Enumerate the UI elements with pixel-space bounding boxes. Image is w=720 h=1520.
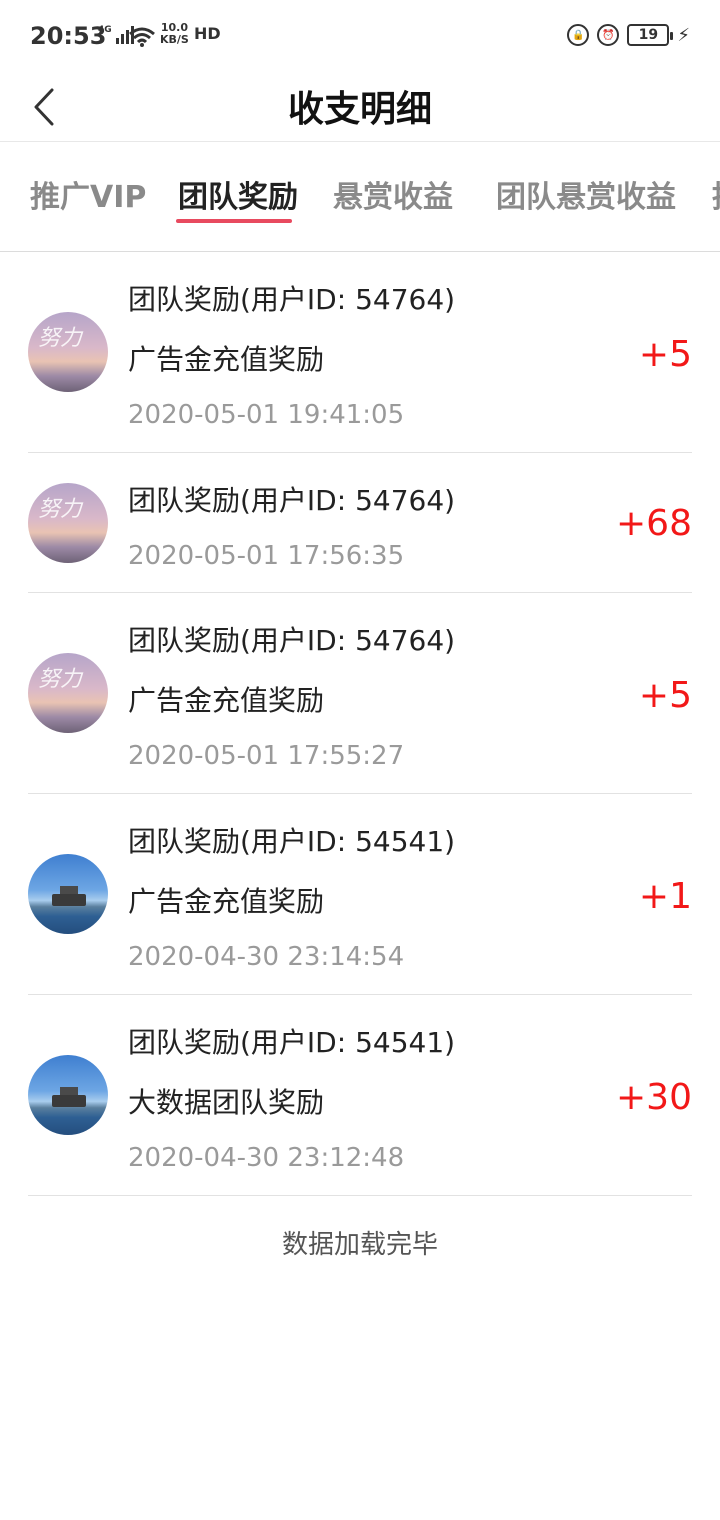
tab-bounty-income[interactable]: 悬赏收益 (333, 172, 453, 216)
record-title: 团队奖励(用户ID: 54541) (128, 825, 456, 858)
list-item[interactable]: 团队奖励(用户ID: 54541) 广告金充值奖励 2020-04-30 23:… (28, 794, 692, 995)
record-amount: +30 (616, 1077, 692, 1118)
tab-team-reward[interactable]: 团队奖励 (178, 172, 298, 216)
record-title: 团队奖励(用户ID: 54764) (128, 624, 456, 657)
speed-unit: KB/S (160, 33, 189, 46)
avatar (28, 854, 108, 934)
record-description: 大数据团队奖励 (128, 1086, 325, 1119)
list-item[interactable]: 努力 团队奖励(用户ID: 54764) 广告金充值奖励 2020-05-01 … (28, 593, 692, 794)
record-title: 团队奖励(用户ID: 54764) (128, 283, 456, 316)
lock-rotation-icon: 🔒 (567, 24, 590, 46)
list-item[interactable]: 团队奖励(用户ID: 54541) 大数据团队奖励 2020-04-30 23:… (28, 995, 692, 1196)
status-time: 20:53 (30, 22, 107, 50)
record-amount: +68 (616, 503, 692, 544)
record-title: 团队奖励(用户ID: 54764) (128, 484, 456, 517)
record-time: 2020-04-30 23:14:54 (128, 942, 405, 972)
avatar: 努力 (28, 312, 108, 392)
battery-icon: 19 (627, 24, 674, 46)
load-complete-text: 数据加载完毕 (281, 1230, 438, 1260)
record-time: 2020-04-30 23:12:48 (128, 1143, 405, 1173)
list-item[interactable]: 努力 团队奖励(用户ID: 54764) 2020-05-01 17:56:35… (28, 453, 692, 593)
record-title: 团队奖励(用户ID: 54541) (128, 1026, 456, 1059)
alarm-icon: ⏰ (597, 24, 620, 46)
record-amount: +5 (638, 675, 692, 716)
page-title: 收支明细 (287, 89, 432, 130)
tab-overflow[interactable]: 推 (712, 172, 720, 216)
record-description: 广告金充值奖励 (128, 684, 325, 717)
category-tabs: 推广VIP 团队奖励 悬赏收益 团队悬赏收益 推 (0, 142, 720, 252)
record-amount: +1 (638, 876, 692, 917)
record-description: 广告金充值奖励 (128, 343, 325, 376)
battery-level: 19 (638, 27, 659, 43)
active-tab-indicator (176, 219, 292, 223)
record-time: 2020-05-01 19:41:05 (128, 400, 405, 430)
record-amount: +5 (638, 334, 692, 375)
avatar: 努力 (28, 483, 108, 563)
record-list: 努力 团队奖励(用户ID: 54764) 广告金充值奖励 2020-05-01 … (28, 252, 692, 1196)
nav-bar: 收支明细 (0, 72, 720, 142)
network-type: 4G (98, 25, 112, 35)
network-speed: 10.0 KB/S (160, 22, 189, 46)
charging-icon: ⚡ (677, 24, 690, 46)
status-bar: 20:53 4G 10.0 KB/S HD 🔒 ⏰ 19 ⚡ (0, 0, 720, 72)
tab-promotion-vip[interactable]: 推广VIP (30, 172, 146, 216)
tab-team-bounty-income[interactable]: 团队悬赏收益 (496, 172, 676, 216)
record-description: 广告金充值奖励 (128, 885, 325, 918)
hd-icon: HD (194, 24, 221, 43)
list-item[interactable]: 努力 团队奖励(用户ID: 54764) 广告金充值奖励 2020-05-01 … (28, 252, 692, 453)
avatar (28, 1055, 108, 1135)
record-time: 2020-05-01 17:56:35 (128, 541, 405, 571)
record-time: 2020-05-01 17:55:27 (128, 741, 405, 771)
wifi-icon (129, 27, 155, 47)
avatar: 努力 (28, 653, 108, 733)
